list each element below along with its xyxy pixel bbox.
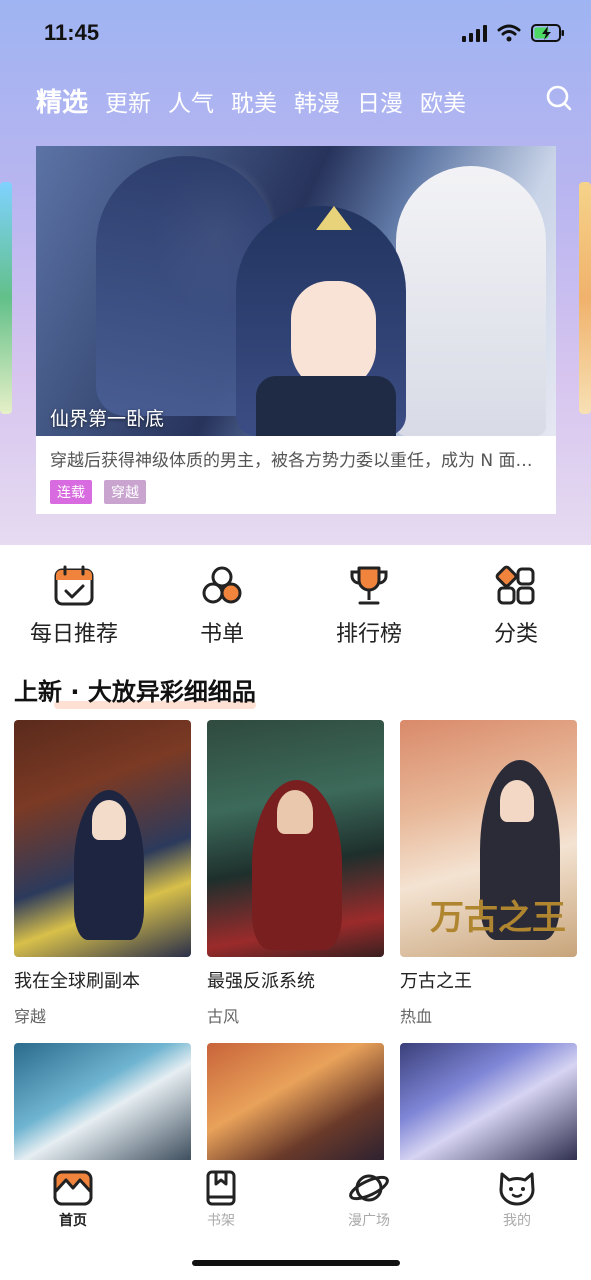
ranking-button[interactable]: 排行榜 [314,560,424,648]
tag-time-travel: 穿越 [104,480,146,504]
booklist-label: 书单 [199,622,244,647]
cellular-signal-icon [462,24,487,42]
home-indicator [192,1260,400,1266]
nav-home-label: 首页 [59,1213,87,1229]
nav-plaza[interactable]: 漫广场 [329,1170,409,1230]
comic-genre: 穿越 [14,1007,47,1026]
tab-popular[interactable]: 人气 [168,84,214,118]
tab-updates[interactable]: 更新 [105,84,151,118]
planet-icon [349,1174,389,1202]
banner-tags: 连载 穿越 [50,480,146,504]
circles-icon [202,566,242,604]
comic-title: 万古之王 [400,971,472,992]
trophy-icon [350,566,388,605]
bookshelf-icon [206,1170,236,1206]
comic-card[interactable] [400,1043,577,1163]
banner-title: 仙界第一卧底 [50,408,165,430]
comic-card[interactable]: 我在全球刷副本 穿越 [14,720,191,1027]
tab-western[interactable]: 欧美 [420,84,466,118]
comic-card[interactable]: 最强反派系统 古风 [207,720,384,1027]
comic-card[interactable]: 万古之王 万古之王 热血 [400,720,577,1027]
nav-profile[interactable]: 我的 [477,1170,557,1230]
category-tabs: 精选 更新 人气 耽美 韩漫 日漫 欧美 [36,82,466,119]
status-time: 11:45 [44,20,100,45]
tag-serializing: 连载 [50,480,92,504]
comic-card[interactable] [207,1043,384,1163]
wifi-icon [497,24,521,42]
tab-korean[interactable]: 韩漫 [294,84,340,118]
banner-description: 穿越后获得神级体质的男主，被各方势力委以重任，成为 N 面… [50,451,533,471]
nav-plaza-label: 漫广场 [348,1213,390,1229]
section-title: 上新 · 大放异彩细细品 [14,672,256,709]
tab-featured[interactable]: 精选 [36,82,88,119]
banner-prev-peek[interactable] [0,182,12,414]
daily-recommend-label: 每日推荐 [29,622,118,647]
comic-cover [207,1043,384,1163]
banner-next-peek[interactable] [579,182,591,414]
nav-home[interactable]: 首页 [33,1170,113,1230]
comic-title: 最强反派系统 [207,971,315,992]
tab-japanese[interactable]: 日漫 [357,84,403,118]
tab-bl[interactable]: 耽美 [231,84,277,118]
battery-charging-icon [531,24,565,42]
comic-genre: 古风 [207,1007,240,1026]
grid-category-icon [495,565,535,605]
ranking-label: 排行榜 [335,622,402,647]
comic-cover [400,1043,577,1163]
category-button[interactable]: 分类 [461,560,571,648]
home-icon [53,1170,93,1206]
status-bar: 11:45 [0,0,591,70]
nav-bookshelf[interactable]: 书架 [181,1170,261,1230]
comic-genre: 热血 [400,1007,433,1026]
profile-icon [499,1172,535,1206]
shortcut-row: 每日推荐 书单 排行榜 分类 [0,560,591,650]
nav-profile-label: 我的 [503,1213,531,1229]
comic-cover [14,720,191,957]
daily-recommend-button[interactable]: 每日推荐 [19,560,129,648]
comic-cover: 万古之王 [400,720,577,957]
calendar-check-icon [54,565,94,606]
comic-card[interactable] [14,1043,191,1163]
featured-banner[interactable]: 仙界第一卧底 穿越后获得神级体质的男主，被各方势力委以重任，成为 N 面… 连载… [36,146,556,514]
banner-image [36,146,556,436]
comic-cover [207,720,384,957]
comic-title: 我在全球刷副本 [14,971,140,992]
search-icon[interactable] [545,84,573,116]
category-label: 分类 [493,622,538,647]
nav-bookshelf-label: 书架 [207,1213,235,1229]
booklist-button[interactable]: 书单 [167,560,277,648]
comic-cover [14,1043,191,1163]
